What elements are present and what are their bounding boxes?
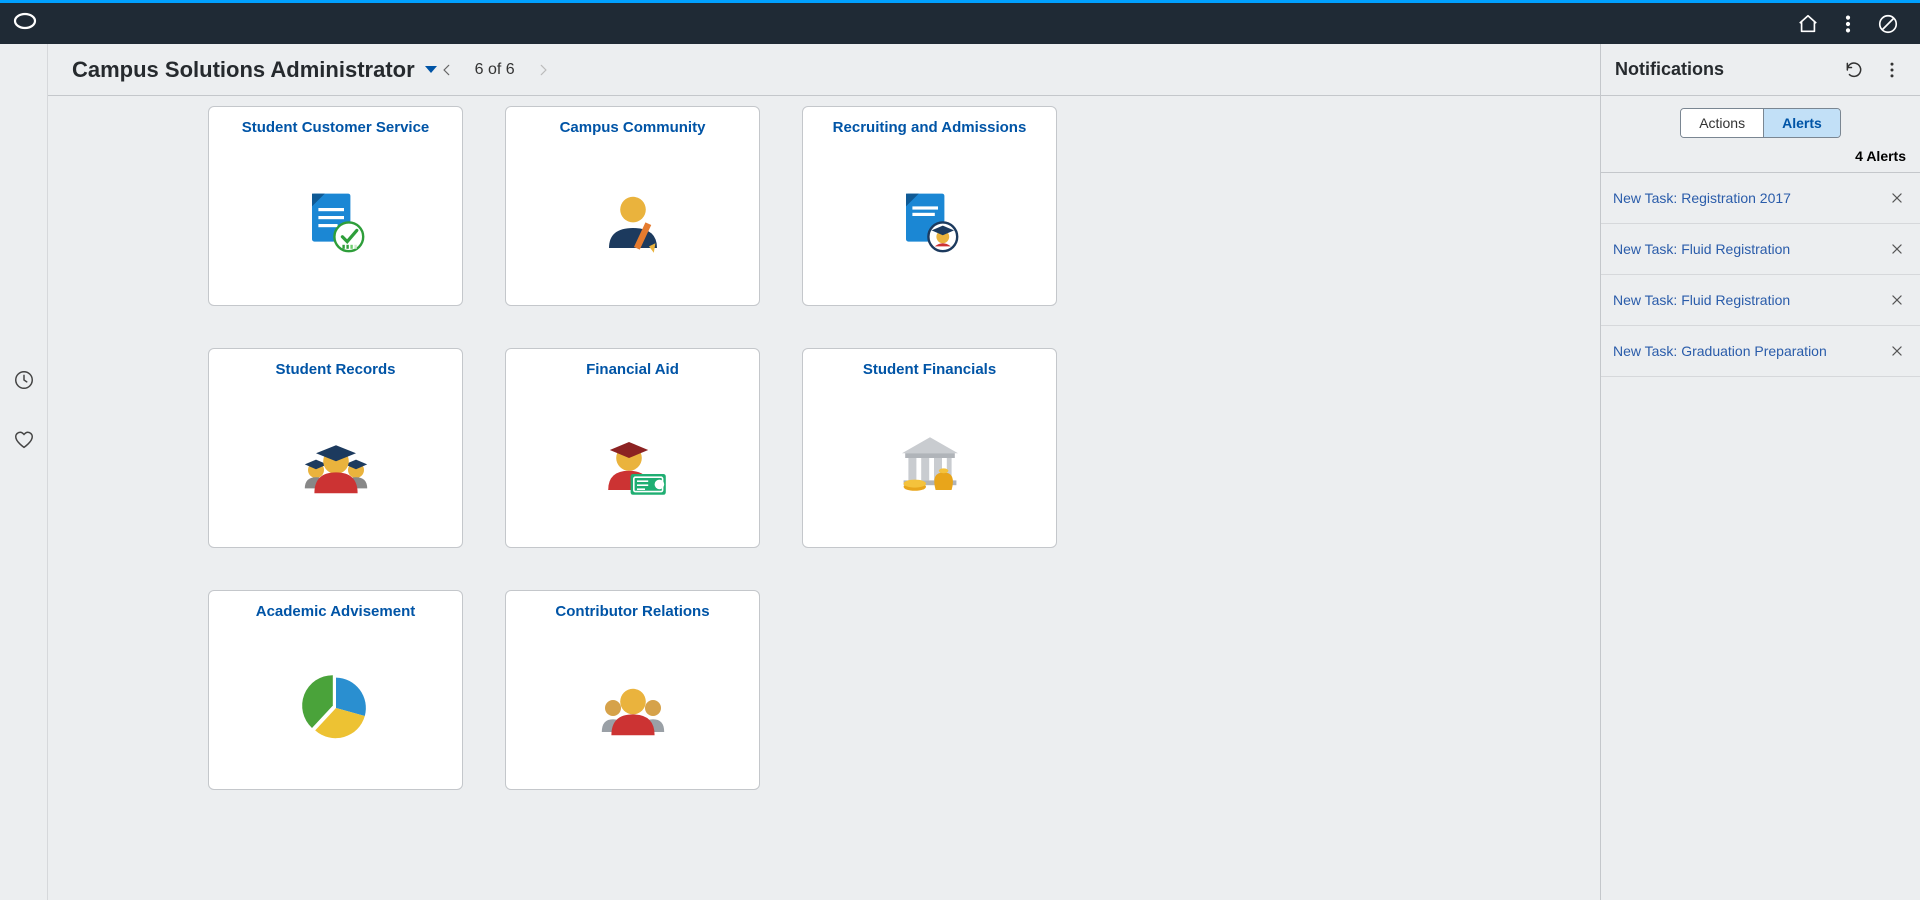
refresh-icon — [1844, 60, 1864, 80]
heart-icon — [13, 429, 35, 451]
tile-doc-grad[interactable]: Recruiting and Admissions — [802, 106, 1057, 306]
tile-person-pencil[interactable]: Campus Community — [505, 106, 760, 306]
alert-row: New Task: Fluid Registration — [1601, 224, 1920, 275]
bank-icon — [813, 396, 1046, 535]
notifications-tabs: Actions Alerts — [1601, 96, 1920, 144]
tile-label: Contributor Relations — [555, 603, 709, 620]
tile-grad-cash[interactable]: Financial Aid — [505, 348, 760, 548]
pie-icon — [219, 638, 452, 777]
home-icon — [1797, 13, 1819, 35]
tile-grid: Student Customer Service Campus Communit… — [208, 106, 1600, 790]
grad-cash-icon — [516, 396, 749, 535]
brand-logo — [12, 8, 38, 39]
close-icon — [1890, 242, 1904, 256]
left-rail — [0, 44, 48, 900]
homepage-selector[interactable]: Campus Solutions Administrator — [72, 57, 437, 83]
clock-icon — [13, 369, 35, 391]
main-area: Campus Solutions Administrator 6 of 6 St… — [48, 44, 1600, 900]
recent-button[interactable] — [8, 364, 40, 396]
alert-link[interactable]: New Task: Fluid Registration — [1613, 241, 1886, 257]
compass-icon — [1877, 13, 1899, 35]
tile-label: Student Financials — [863, 361, 996, 378]
notifications-title: Notifications — [1615, 59, 1830, 80]
alert-link[interactable]: New Task: Registration 2017 — [1613, 190, 1886, 206]
close-icon — [1890, 293, 1904, 307]
tile-content: Student Customer Service Campus Communit… — [48, 96, 1600, 900]
pager-text: 6 of 6 — [475, 61, 515, 79]
alert-row: New Task: Fluid Registration — [1601, 275, 1920, 326]
tile-label: Student Customer Service — [242, 119, 430, 136]
alert-link[interactable]: New Task: Fluid Registration — [1613, 292, 1886, 308]
header-kebab-button[interactable] — [1828, 4, 1868, 44]
alert-dismiss[interactable] — [1886, 340, 1908, 362]
alerts-list: New Task: Registration 2017 New Task: Flu… — [1601, 173, 1920, 900]
close-icon — [1890, 191, 1904, 205]
tab-actions[interactable]: Actions — [1681, 109, 1763, 137]
refresh-button[interactable] — [1840, 56, 1868, 84]
kebab-icon — [1882, 60, 1902, 80]
tile-label: Recruiting and Admissions — [833, 119, 1027, 136]
chevron-left-icon — [440, 63, 454, 77]
alert-row: New Task: Graduation Preparation — [1601, 326, 1920, 377]
notifications-panel: Notifications Actions Alerts 4 Alerts Ne… — [1600, 44, 1920, 900]
alert-row: New Task: Registration 2017 — [1601, 173, 1920, 224]
doc-grad-icon — [813, 154, 1046, 293]
notifications-header: Notifications — [1601, 44, 1920, 96]
page-title: Campus Solutions Administrator — [72, 57, 415, 83]
chevron-right-icon — [536, 63, 550, 77]
tile-grads[interactable]: Student Records — [208, 348, 463, 548]
person-pencil-icon — [516, 154, 749, 293]
grads-icon — [219, 396, 452, 535]
tile-label: Campus Community — [560, 119, 706, 136]
pager-prev[interactable] — [437, 60, 457, 80]
alert-dismiss[interactable] — [1886, 187, 1908, 209]
doc-check-icon — [219, 154, 452, 293]
alerts-count: 4 Alerts — [1601, 144, 1920, 173]
notifications-kebab[interactable] — [1878, 56, 1906, 84]
tab-alerts[interactable]: Alerts — [1763, 109, 1840, 137]
subheader: Campus Solutions Administrator 6 of 6 — [48, 44, 1600, 96]
tile-pie[interactable]: Academic Advisement — [208, 590, 463, 790]
close-icon — [1890, 344, 1904, 358]
dropdown-caret-icon — [425, 66, 437, 73]
alert-dismiss[interactable] — [1886, 238, 1908, 260]
favorites-button[interactable] — [8, 424, 40, 456]
kebab-icon — [1837, 13, 1859, 35]
tile-label: Student Records — [275, 361, 395, 378]
tile-people[interactable]: Contributor Relations — [505, 590, 760, 790]
tile-label: Academic Advisement — [256, 603, 416, 620]
home-button[interactable] — [1788, 4, 1828, 44]
tile-bank[interactable]: Student Financials — [802, 348, 1057, 548]
alert-link[interactable]: New Task: Graduation Preparation — [1613, 343, 1886, 359]
global-header — [0, 0, 1920, 44]
tile-label: Financial Aid — [586, 361, 679, 378]
alert-dismiss[interactable] — [1886, 289, 1908, 311]
pager-next[interactable] — [533, 60, 553, 80]
compass-button[interactable] — [1868, 4, 1908, 44]
pager: 6 of 6 — [437, 60, 553, 80]
people-icon — [516, 638, 749, 777]
tile-doc-check[interactable]: Student Customer Service — [208, 106, 463, 306]
